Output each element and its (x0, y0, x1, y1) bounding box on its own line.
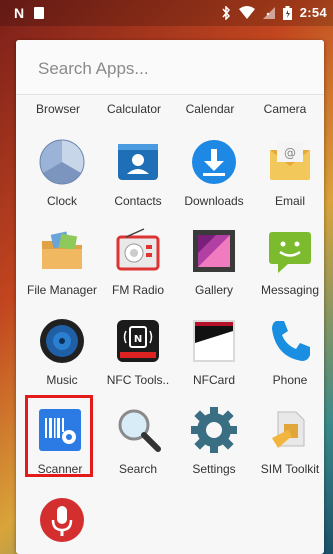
app-label: Phone (272, 373, 308, 387)
app-nfc-tools[interactable]: N NFC Tools.. (100, 317, 176, 397)
app-sound-recorder[interactable] (24, 496, 100, 554)
signal-icon (262, 6, 275, 19)
phone-icon (272, 321, 310, 361)
app-nfcard[interactable]: NFCard (176, 317, 252, 397)
fm-radio-icon (116, 228, 160, 271)
app-label: Music (46, 373, 78, 387)
app-email[interactable]: @ Email (252, 138, 324, 218)
app-clock[interactable]: Clock (24, 138, 100, 218)
app-label: Messaging (260, 283, 320, 297)
app-label: Clock (46, 194, 77, 208)
app-label: File Manager (26, 283, 98, 297)
app-label: Downloads (184, 194, 244, 208)
battery-icon (282, 5, 292, 20)
downloads-icon (192, 140, 236, 184)
gallery-icon (193, 230, 235, 272)
app-gallery[interactable]: Gallery (176, 227, 252, 307)
app-search[interactable]: Search (100, 406, 176, 486)
messaging-icon (269, 232, 311, 273)
app-label: Email (274, 194, 305, 208)
clock-icon (39, 139, 85, 185)
app-label: Gallery (194, 283, 233, 297)
n-icon: N (14, 5, 25, 21)
svg-text:N: N (134, 334, 142, 345)
app-label: Contacts (114, 194, 162, 208)
nfcard-icon (193, 320, 235, 362)
bluetooth-icon (222, 5, 230, 20)
app-label-calculator[interactable]: Calculator (96, 102, 172, 116)
app-phone[interactable]: Phone (252, 317, 324, 397)
clock-time: 2:54 (299, 5, 327, 20)
app-label: NFCard (192, 373, 235, 387)
search-apps-input[interactable] (36, 57, 300, 81)
app-label: FM Radio (111, 283, 164, 297)
contacts-icon (118, 144, 158, 180)
app-label: NFC Tools.. (106, 373, 170, 387)
app-music[interactable]: Music (24, 317, 100, 397)
sd-card-icon (34, 7, 45, 19)
app-label-browser[interactable]: Browser (20, 102, 96, 116)
sim-toolkit-icon (272, 411, 305, 448)
email-icon: @ (270, 142, 310, 180)
app-label: Settings (192, 462, 236, 476)
app-messaging[interactable]: Messaging (252, 227, 324, 307)
svg-text:@: @ (284, 146, 296, 160)
app-settings[interactable]: Settings (176, 406, 252, 486)
selection-highlight (25, 395, 93, 477)
file-manager-icon (42, 231, 82, 269)
partial-app-row: Browser Calculator Calendar Camera (16, 102, 324, 118)
app-sim-toolkit[interactable]: SIM Toolkit (252, 406, 324, 486)
nfc-tools-icon: N (117, 320, 159, 362)
wifi-icon (238, 6, 255, 19)
search-bar (16, 40, 324, 95)
app-contacts[interactable]: Contacts (100, 138, 176, 218)
music-icon (40, 319, 84, 363)
app-downloads[interactable]: Downloads (176, 138, 252, 218)
app-label: Search (118, 462, 158, 476)
app-fm-radio[interactable]: FM Radio (100, 227, 176, 307)
app-label: SIM Toolkit (260, 462, 320, 476)
app-file-manager[interactable]: File Manager (24, 227, 100, 307)
app-drawer: Browser Calculator Calendar Camera Clock… (16, 40, 324, 554)
search-icon (118, 409, 161, 452)
app-label-camera[interactable]: Camera (247, 102, 323, 116)
sound-recorder-icon (40, 498, 84, 542)
settings-icon (191, 407, 237, 453)
app-label-calendar[interactable]: Calendar (172, 102, 248, 116)
status-bar: N 2:54 (0, 0, 333, 26)
